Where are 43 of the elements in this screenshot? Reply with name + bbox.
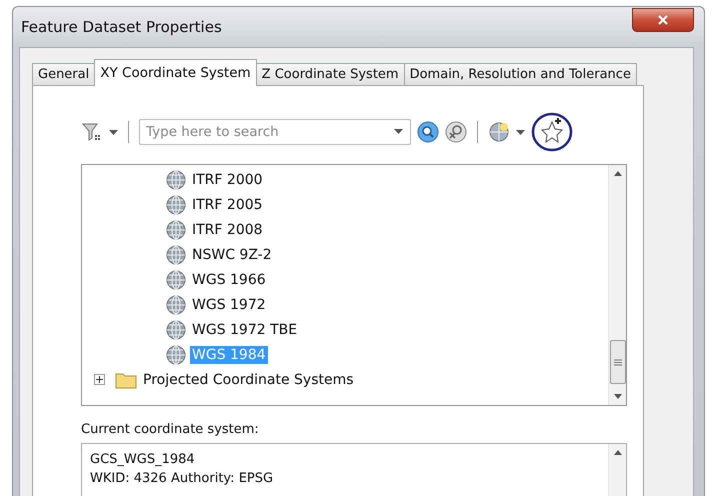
tree-item[interactable]: WGS 1972: [190, 296, 268, 314]
tab[interactable]: Domain, Resolution and Tolerance: [404, 63, 637, 86]
window-title: Feature Dataset Properties: [20, 18, 222, 36]
search-field[interactable]: Type here to search: [139, 119, 411, 145]
filter-icon[interactable]: [81, 121, 103, 143]
globe-icon[interactable]: [488, 121, 510, 143]
scroll-down-arrow-icon[interactable]: [614, 394, 622, 399]
globe-icon: [166, 270, 186, 290]
tree-item[interactable]: WGS 1972 TBE: [190, 320, 300, 338]
globe-icon: [166, 320, 186, 340]
close-icon: [658, 15, 668, 25]
tab[interactable]: General: [32, 63, 96, 86]
plus-icon: [96, 376, 103, 383]
tab[interactable]: XY Coordinate System: [94, 59, 257, 86]
scrollbar[interactable]: [608, 165, 626, 405]
highlighted-star-plus-icon[interactable]: [531, 112, 573, 152]
tree-item[interactable]: ITRF 2005: [190, 196, 265, 214]
current-system-label: Current coordinate system:: [81, 422, 260, 437]
dropdown-caret-icon[interactable]: [394, 129, 403, 134]
tree-item[interactable]: ITRF 2008: [190, 220, 265, 238]
globe-icon: [166, 170, 186, 190]
details-text: GCS_WGS_1984: [90, 451, 196, 469]
globe-icon: [166, 194, 186, 214]
globe-icon: [166, 244, 186, 264]
globe-icon: [166, 294, 186, 314]
dropdown-caret-icon[interactable]: [516, 130, 525, 134]
expand-toggle[interactable]: [94, 374, 105, 385]
tab[interactable]: Z Coordinate System: [256, 63, 405, 86]
tree-item[interactable]: Projected Coordinate Systems: [141, 370, 356, 388]
details-text: WKID: 4326 Authority: EPSG: [90, 470, 274, 488]
tree-item[interactable]: ITRF 2000: [190, 170, 265, 188]
globe-icon: [166, 220, 186, 240]
scroll-thumb[interactable]: [610, 340, 626, 384]
scroll-up-arrow-icon[interactable]: [614, 450, 622, 455]
dropdown-caret-icon[interactable]: [109, 130, 118, 134]
clear-search-icon[interactable]: [445, 121, 467, 143]
search-icon[interactable]: [417, 121, 439, 143]
close-button[interactable]: [632, 8, 694, 32]
scroll-up-arrow-icon[interactable]: [614, 171, 622, 176]
folder-icon: [115, 370, 137, 388]
tree-item[interactable]: NSWC 9Z-2: [190, 246, 274, 264]
globe-icon: [166, 344, 186, 364]
tree-item[interactable]: WGS 1966: [190, 270, 268, 288]
